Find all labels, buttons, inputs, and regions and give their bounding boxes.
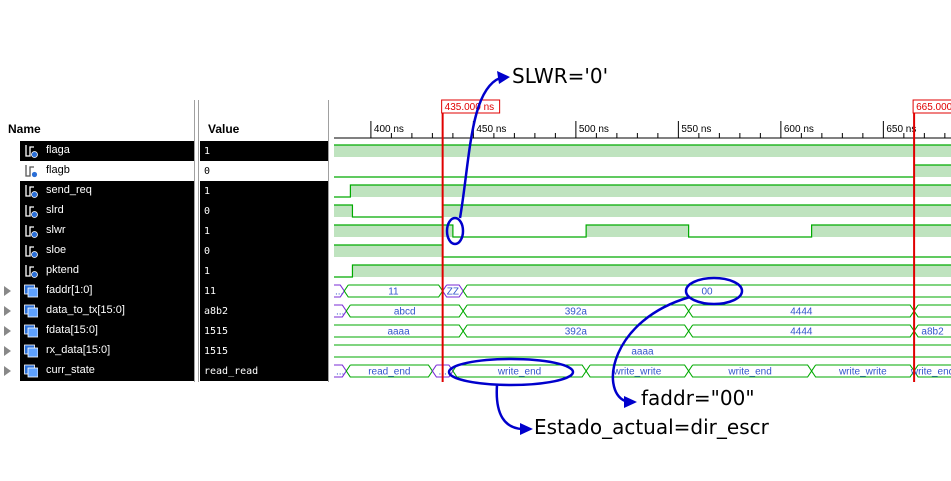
bus-value-label: write_end <box>910 367 951 378</box>
annotation-slwr: SLWR='0' <box>512 64 609 88</box>
waveform-curr_state[interactable]: ...read_end...write_endwrite_writewrite_… <box>334 364 951 378</box>
waveform-slwr[interactable] <box>334 224 951 238</box>
bus-value-label: ... <box>336 307 344 318</box>
bus-segment <box>913 304 951 318</box>
bus-value-label: 11 <box>388 287 399 298</box>
bus-value-label: a8b2 <box>921 327 944 338</box>
arrowhead-icon <box>520 423 533 435</box>
bus-value-label: write_end <box>727 367 771 378</box>
time-cursor[interactable]: 665.000 ns <box>912 99 951 382</box>
bus-value-label: 392a <box>565 327 588 338</box>
bit-trace <box>334 164 951 178</box>
bus-value-label: ... <box>335 287 343 298</box>
arrowhead-icon <box>624 396 637 408</box>
state-arrow <box>495 384 523 431</box>
bus-value-label: 4444 <box>790 327 813 338</box>
faddr-highlight-ellipse <box>684 276 744 306</box>
waveform-slrd[interactable] <box>334 204 951 218</box>
bus-value-label: ZZ <box>447 287 459 298</box>
tick-label: 650 ns <box>886 124 916 135</box>
high-level-fill <box>334 205 353 217</box>
high-level-fill <box>914 165 951 177</box>
bus-value-label: abcd <box>394 307 416 318</box>
bus-value-label: ... <box>336 367 344 378</box>
bus-value-label: write_end <box>497 367 541 378</box>
tick-label: 450 ns <box>476 124 506 135</box>
high-level-fill <box>350 185 951 197</box>
bus-value-label: write_write <box>612 367 661 378</box>
high-level-fill <box>586 225 689 237</box>
arrowhead-icon <box>497 71 510 84</box>
annotation-estado-actual: Estado_actual=dir_escr <box>534 415 769 439</box>
waveform-rx_data150[interactable]: aaaa <box>334 344 951 358</box>
high-level-fill <box>442 205 951 217</box>
tick-label: 500 ns <box>579 124 609 135</box>
cursor-time-label: 435.000 ns <box>445 102 495 113</box>
tick-label: 550 ns <box>681 124 711 135</box>
tick-label: 400 ns <box>374 124 404 135</box>
high-level-fill <box>811 225 951 237</box>
waveform-send_req[interactable] <box>334 184 951 198</box>
waveform-fdata150[interactable]: aaaa 392a 4444 a8b2 <box>334 324 951 338</box>
bus-value-label: 4444 <box>790 307 813 318</box>
waveform-data_to_tx150[interactable]: ... abcd 392a 4444 <box>334 304 951 318</box>
waveform-canvas[interactable]: 400 ns 450 ns 500 ns 550 ns 600 ns 650 ns... 1… <box>0 0 951 481</box>
bus-value-label: 392a <box>565 307 588 318</box>
bus-value-label: aaaa <box>387 327 410 338</box>
bus-value-label: read_end <box>368 367 410 378</box>
bus-value-label: aaaa <box>631 347 654 358</box>
cursor-time-label: 665.000 ns <box>916 102 951 113</box>
tick-label: 600 ns <box>784 124 814 135</box>
bus-value-label: 00 <box>702 287 714 298</box>
waveform-pktend[interactable] <box>334 264 951 278</box>
high-level-fill <box>334 225 453 237</box>
waveform-flagb[interactable] <box>334 164 951 178</box>
waveform-sloe[interactable] <box>334 244 951 258</box>
waveform-faddr10[interactable]: ... 11 ZZ 00 <box>334 284 951 298</box>
high-level-fill <box>334 245 443 257</box>
high-level-fill <box>334 145 951 157</box>
waveform-flaga[interactable] <box>334 144 951 157</box>
annotation-faddr: faddr="00" <box>641 386 755 410</box>
bus-value-label: write_write <box>838 367 887 378</box>
